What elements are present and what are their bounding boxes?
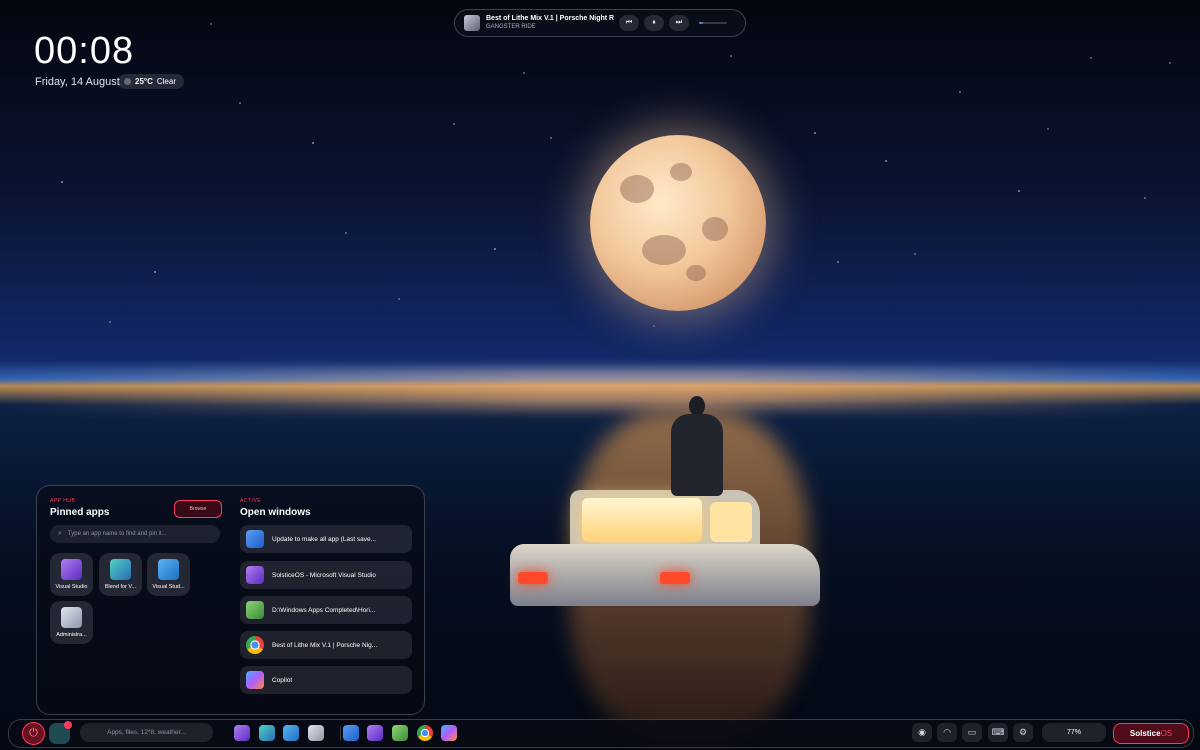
pinned-app-label: Administra... xyxy=(56,632,87,638)
pinned-search-placeholder: Type an app name to find and pin it... xyxy=(67,531,167,537)
person-silhouette xyxy=(667,396,727,496)
taskbar-admin-tools-icon[interactable] xyxy=(308,725,324,741)
pinned-app-label: Visual Stud... xyxy=(152,584,185,590)
open-window-label: Update to make all app (Last save... xyxy=(272,535,377,543)
media-progress[interactable] xyxy=(699,22,727,24)
brand-main: Solstice xyxy=(1129,729,1161,738)
keyboard-icon: ⌨ xyxy=(991,727,1005,737)
monitor-icon: ▭ xyxy=(967,727,977,737)
open-windows-subheading: ACTIVE xyxy=(240,498,262,504)
open-window-item[interactable]: Copilot xyxy=(240,666,412,694)
notepad-icon xyxy=(246,601,264,619)
previous-button[interactable]: ⏮ xyxy=(619,15,639,31)
moon xyxy=(590,135,766,311)
next-button[interactable]: ⏭ xyxy=(669,15,689,31)
pinned-app-label: Blend for V... xyxy=(104,584,137,590)
wifi-icon: ◠ xyxy=(943,727,951,737)
power-button[interactable]: ⏻ xyxy=(22,722,45,745)
media-artist: GANGSTER RIDE xyxy=(486,24,536,30)
pinned-heading: Pinned apps xyxy=(50,507,110,518)
vscode-icon xyxy=(158,559,179,580)
brand-button[interactable]: Solstice OS xyxy=(1113,723,1189,744)
search-icon: ⌕ xyxy=(58,530,62,537)
taskbar-notepad-icon[interactable] xyxy=(392,725,408,741)
taskbar-vscode-icon[interactable] xyxy=(283,725,299,741)
open-window-item[interactable]: SolsticeOS - Microsoft Visual Studio xyxy=(240,561,412,589)
notifications-button[interactable] xyxy=(49,721,72,744)
taskbar-search-input[interactable]: Apps, files, 12*8, weather... xyxy=(80,723,213,742)
open-window-item[interactable]: Best of Lithe Mix V.1 | Porsche Nig... xyxy=(240,631,412,659)
copilot-icon xyxy=(246,671,264,689)
media-title: Best of Lithe Mix V.1 | Porsche Night R.… xyxy=(486,15,614,22)
power-icon: ⏻ xyxy=(29,727,38,739)
screenshot-button[interactable]: ◉ xyxy=(912,723,932,742)
start-panel: APP HUB Pinned apps Browse ⌕ Type an app… xyxy=(36,485,425,715)
open-window-item[interactable]: D:\Windows Apps Completed\Hori... xyxy=(240,596,412,624)
open-window-label: D:\Windows Apps Completed\Hori... xyxy=(272,606,376,614)
pinned-app-blend[interactable]: Blend for V... xyxy=(99,553,142,596)
open-window-label: SolsticeOS - Microsoft Visual Studio xyxy=(272,571,376,579)
open-window-label: Copilot xyxy=(272,676,293,684)
taskbar-chrome-icon[interactable] xyxy=(417,725,433,741)
open-windows-heading: Open windows xyxy=(240,507,311,518)
taskbar-visual-studio-icon[interactable] xyxy=(234,725,250,741)
previous-icon: ⏮ xyxy=(625,19,633,26)
car xyxy=(510,490,820,620)
clock-date: Friday, 14 August xyxy=(35,76,120,88)
media-player: Best of Lithe Mix V.1 | Porsche Night R.… xyxy=(454,9,746,37)
taskbar-visual-studio-window-icon[interactable] xyxy=(367,725,383,741)
pinned-app-vscode[interactable]: Visual Stud... xyxy=(147,553,190,596)
weather-chip[interactable]: 25°C Clear xyxy=(118,74,184,89)
battery-indicator[interactable]: 77% xyxy=(1042,723,1106,742)
taskbar: ⏻ Apps, files, 12*8, weather... ◉ ◠ ▭ ⌨ … xyxy=(8,719,1194,748)
open-window-label: Best of Lithe Mix V.1 | Porsche Nig... xyxy=(272,641,378,649)
network-button[interactable]: ◠ xyxy=(937,723,957,742)
pinned-app-visual-studio[interactable]: Visual Studio xyxy=(50,553,93,596)
weather-moon-icon xyxy=(124,78,131,85)
taskbar-word-icon[interactable] xyxy=(343,725,359,741)
chrome-icon xyxy=(246,636,264,654)
pause-icon: ⏸ xyxy=(652,19,656,26)
notification-badge xyxy=(64,721,72,729)
blend-icon xyxy=(110,559,131,580)
word-icon xyxy=(246,530,264,548)
horizon-glow xyxy=(0,370,1200,410)
pinned-app-label: Visual Studio xyxy=(55,584,88,590)
visual-studio-icon xyxy=(246,566,264,584)
pinned-subheading: APP HUB xyxy=(50,498,76,504)
clock-time: 00:08 xyxy=(34,30,135,72)
pinned-search-input[interactable]: ⌕ Type an app name to find and pin it... xyxy=(50,525,220,543)
media-progress-fill xyxy=(699,22,704,24)
browse-button[interactable]: Browse xyxy=(174,500,222,518)
weather-condition: Clear xyxy=(156,77,176,86)
gear-icon: ⚙ xyxy=(1018,727,1028,737)
pause-button[interactable]: ⏸ xyxy=(644,15,664,31)
taskbar-blend-icon[interactable] xyxy=(259,725,275,741)
settings-button[interactable]: ⚙ xyxy=(1013,723,1033,742)
taskbar-divider xyxy=(340,726,341,740)
next-icon: ⏭ xyxy=(675,19,683,26)
keyboard-button[interactable]: ⌨ xyxy=(988,723,1008,742)
camera-icon: ◉ xyxy=(918,727,926,737)
display-button[interactable]: ▭ xyxy=(962,723,982,742)
admin-tools-icon xyxy=(61,607,82,628)
pinned-app-admin-tools[interactable]: Administra... xyxy=(50,601,93,644)
brand-suffix: OS xyxy=(1160,729,1173,738)
album-art xyxy=(464,15,480,31)
open-window-item[interactable]: Update to make all app (Last save... xyxy=(240,525,412,553)
visual-studio-icon xyxy=(61,559,82,580)
taskbar-copilot-icon[interactable] xyxy=(441,725,457,741)
weather-temp: 25°C xyxy=(135,77,153,86)
